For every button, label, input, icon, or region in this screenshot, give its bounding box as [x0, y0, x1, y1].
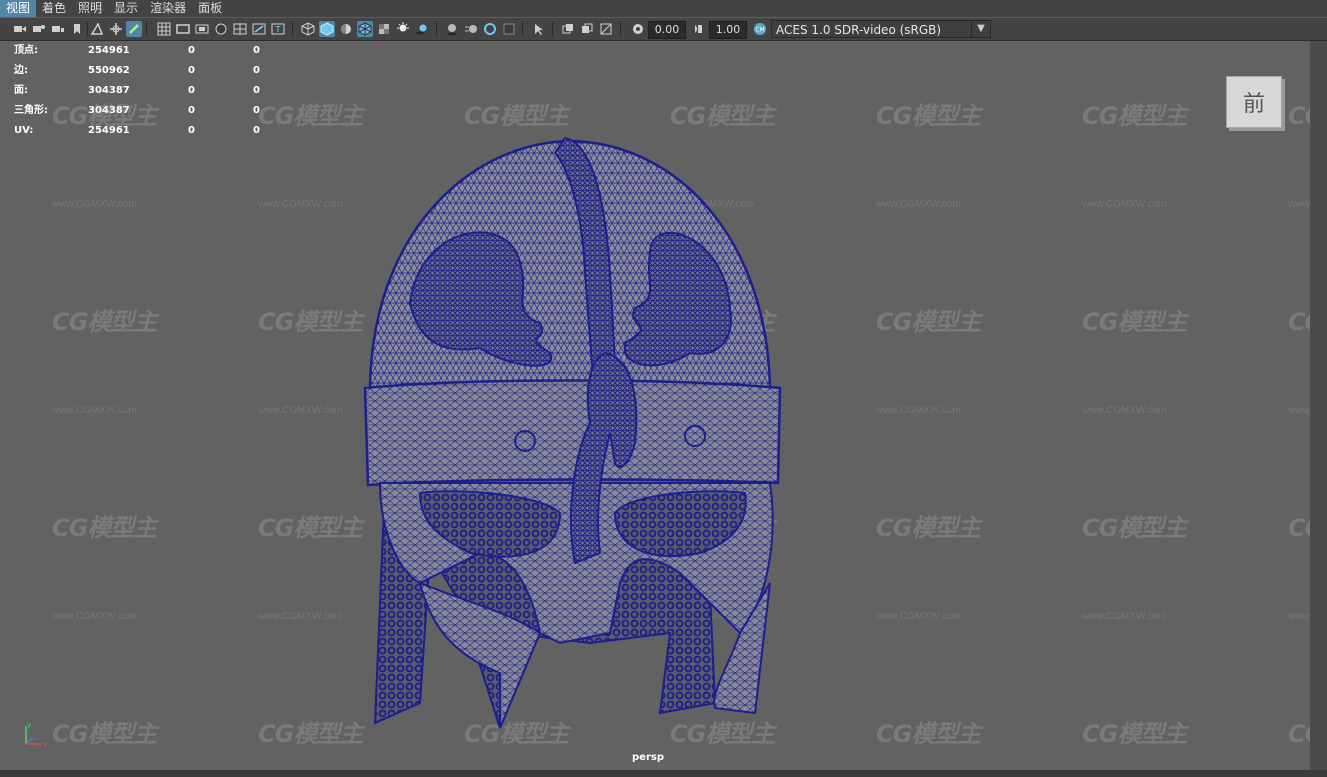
gate-mask-icon[interactable] [213, 21, 229, 37]
2d-pan-zoom-icon[interactable] [108, 21, 124, 37]
svg-text:x: x [43, 741, 47, 749]
panel-menubar: 视图 着色 照明 显示 渲染器 面板 [0, 0, 1327, 17]
watermark-url: www.CGMXW.com [258, 199, 343, 210]
camera-name-label: persp [632, 752, 664, 763]
watermark-logo: CG模型主 [52, 514, 157, 542]
bookmark-icon[interactable] [69, 21, 85, 37]
smooth-shade-cube-icon[interactable] [319, 21, 335, 37]
menu-panels[interactable]: 面板 [192, 0, 228, 17]
watermark-logo: CG模型主 [52, 720, 157, 748]
use-all-lights-icon[interactable] [395, 21, 411, 37]
watermark-logo: CG模型主 [1082, 308, 1187, 336]
menu-show[interactable]: 显示 [108, 0, 144, 17]
watermark-url: www.CGMXW.com [52, 405, 137, 416]
camera-icon[interactable] [12, 21, 28, 37]
view-cube-face-label: 前 [1242, 92, 1265, 117]
exposure-field[interactable]: 0.00 [648, 21, 686, 39]
watermark-logo: CG模型主 [258, 720, 363, 748]
watermark-logo: CG模型主 [52, 308, 157, 336]
watermark-url: www.CGMXW.com [1082, 199, 1167, 210]
motion-blur-icon[interactable] [463, 21, 479, 37]
watermark-url: www.CGMXW.com [1082, 611, 1167, 622]
depth-of-field-icon[interactable] [501, 21, 517, 37]
watermark-url: www.CGMXW.com [52, 611, 137, 622]
view-transform-value: ACES 1.0 SDR-video (sRGB) [776, 23, 942, 37]
watermark-logo: CG模型主 [1082, 514, 1187, 542]
menu-renderer[interactable]: 渲染器 [144, 0, 192, 17]
watermark-url: www.CGMXW.com [258, 405, 343, 416]
xray-joints-icon[interactable] [598, 21, 614, 37]
shadows-icon[interactable] [414, 21, 430, 37]
view-cube[interactable]: 前 [1226, 76, 1282, 128]
default-material-icon[interactable] [338, 21, 354, 37]
camera-lock-icon[interactable] [50, 21, 66, 37]
bottom-panel-edge [0, 770, 1327, 777]
watermark-url: www.CGMXW.com [1082, 405, 1167, 416]
svg-text:CM: CM [755, 27, 764, 34]
watermark-logo: CG模型主 [670, 102, 775, 130]
watermark-url: www.CGMXW.com [258, 611, 343, 622]
watermark-logo: CG模型主 [258, 514, 363, 542]
watermark-logo: CG模型主 [258, 308, 363, 336]
svg-text:y: y [27, 721, 31, 729]
watermark-logo: CG模型主 [876, 514, 981, 542]
gamma-field[interactable]: 1.00 [709, 21, 747, 39]
watermark-logo: CG模型主 [876, 720, 981, 748]
camera-attributes-icon[interactable] [31, 21, 47, 37]
watermark-logo: CG模型主 [258, 102, 363, 130]
textured-icon[interactable] [376, 21, 392, 37]
watermark-logo: CG模型主 [1082, 102, 1187, 130]
view-transform-dropdown[interactable]: ACES 1.0 SDR-video (sRGB) ▼ [771, 20, 991, 38]
resolution-gate-icon[interactable] [194, 21, 210, 37]
panel-toolbar: T 0.00 1.00 CM ACES 1.0 SDR-video (sRGB)… [0, 18, 1327, 41]
watermark-url: www.CGMXW.com [876, 199, 961, 210]
menu-shading[interactable]: 着色 [36, 0, 72, 17]
menu-lighting[interactable]: 照明 [72, 0, 108, 17]
svg-text:z: z [33, 733, 37, 741]
safe-action-icon[interactable] [251, 21, 267, 37]
grease-pencil-icon[interactable] [126, 21, 142, 37]
image-plane-icon[interactable] [89, 21, 105, 37]
screen-space-ao-icon[interactable] [444, 21, 460, 37]
helmet-wireframe-model[interactable] [360, 133, 790, 733]
wireframe-cube-icon[interactable] [300, 21, 316, 37]
svg-text:T: T [275, 25, 281, 34]
right-panel-edge [1310, 41, 1327, 770]
anti-aliasing-icon[interactable] [482, 21, 498, 37]
watermark-url: www.CGMXW.com [876, 405, 961, 416]
watermark-logo: CG模型主 [876, 102, 981, 130]
xray-icon[interactable] [560, 21, 576, 37]
grid-icon[interactable] [156, 21, 172, 37]
3d-viewport[interactable]: CG模型主 CG模型主 CG模型主 CG模型主 CG模型主 CG模型主 CG模型主 CG模型主… [0, 41, 1327, 770]
chevron-down-icon[interactable]: ▼ [971, 21, 990, 37]
safe-title-icon[interactable]: T [270, 21, 286, 37]
wireframe-on-shaded-icon[interactable] [357, 21, 373, 37]
color-management-icon[interactable]: CM [752, 21, 768, 37]
xray-active-components-icon[interactable] [579, 21, 595, 37]
watermark-logo: CG模型主 [464, 102, 569, 130]
menu-view[interactable]: 视图 [0, 0, 37, 17]
isolate-select-icon[interactable] [530, 21, 546, 37]
gamma-icon[interactable] [691, 21, 707, 37]
watermark-logo: CG模型主 [876, 308, 981, 336]
watermark-url: www.CGMXW.com [52, 199, 137, 210]
field-chart-icon[interactable] [232, 21, 248, 37]
watermark-url: www.CGMXW.com [876, 611, 961, 622]
film-gate-icon[interactable] [175, 21, 191, 37]
exposure-icon[interactable] [630, 21, 646, 37]
axis-gizmo-icon: y x z [25, 721, 47, 749]
watermark-logo: CG模型主 [1082, 720, 1187, 748]
